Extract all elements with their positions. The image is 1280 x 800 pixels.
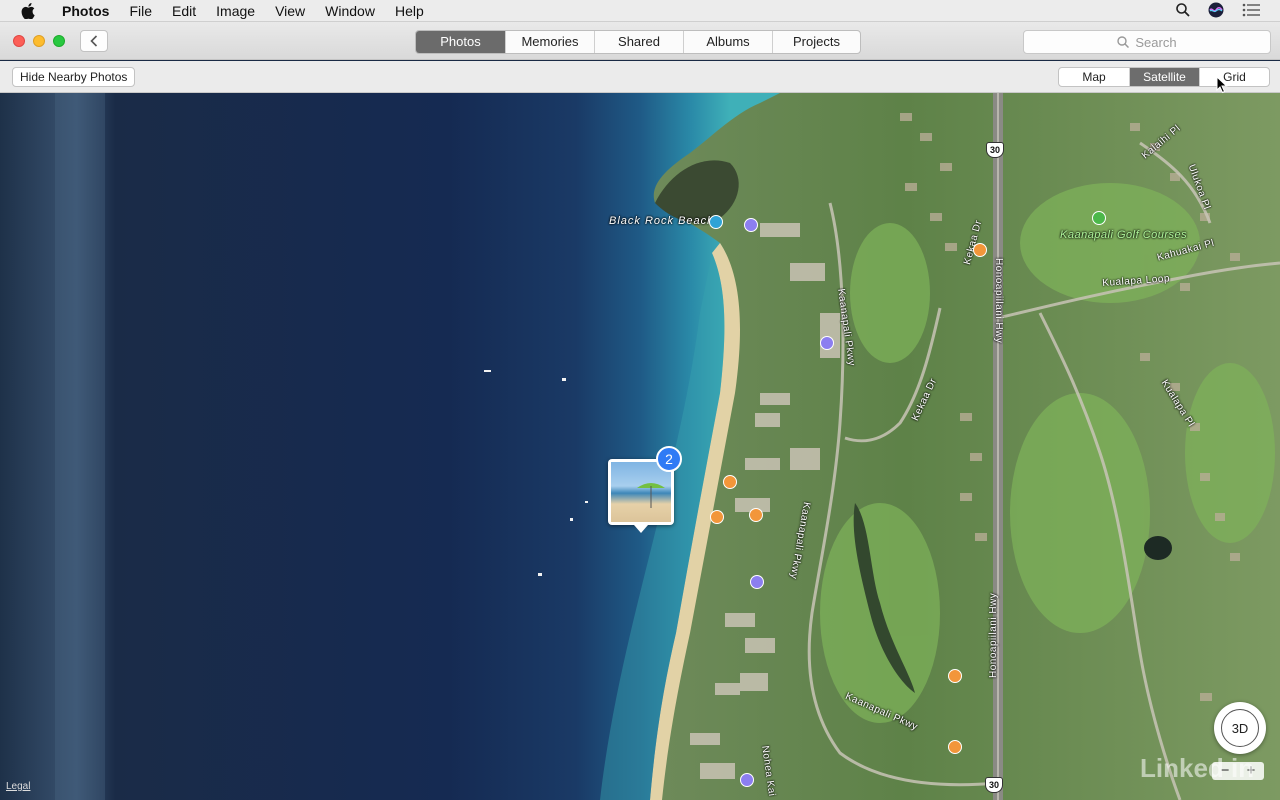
hide-nearby-photos-button[interactable]: Hide Nearby Photos — [12, 67, 136, 87]
hotel-poi-icon[interactable] — [820, 336, 834, 350]
map-label-honoapiilani-hwy-south: Honoapiilani Hwy — [988, 592, 999, 678]
minimize-window-button[interactable] — [33, 35, 45, 47]
compass-3d-label: 3D — [1221, 709, 1259, 747]
mouse-cursor-icon — [1216, 75, 1228, 99]
menu-window[interactable]: Window — [315, 0, 385, 22]
beach-umbrella-icon — [637, 483, 665, 508]
map-type-grid[interactable]: Grid — [1199, 68, 1269, 86]
map-type-map[interactable]: Map — [1059, 68, 1129, 86]
restaurant-poi-icon[interactable] — [710, 510, 724, 524]
photo-thumbnail — [611, 462, 671, 522]
hotel-poi-icon[interactable] — [750, 575, 764, 589]
map-label-kaanapali-golf: Kaanapali Golf Courses — [1060, 229, 1188, 241]
map-label-honoapiilani-hwy-north: Honoapiilani Hwy — [993, 258, 1004, 344]
view-tabs: Photos Memories Shared Albums Projects — [415, 30, 861, 54]
search-field[interactable]: Search — [1023, 30, 1271, 54]
search-placeholder: Search — [1135, 34, 1177, 50]
siri-icon[interactable] — [1208, 2, 1224, 21]
satellite-imagery — [0, 93, 1280, 800]
apple-icon[interactable] — [20, 2, 36, 20]
tab-projects[interactable]: Projects — [772, 31, 860, 53]
notification-center-icon[interactable] — [1242, 3, 1260, 20]
satellite-map[interactable]: Black Rock Beach Kaanapali Golf Courses … — [0, 93, 1280, 800]
menu-app-photos[interactable]: Photos — [52, 0, 119, 22]
hotel-poi-icon[interactable] — [744, 218, 758, 232]
fullscreen-window-button[interactable] — [53, 35, 65, 47]
restaurant-poi-icon[interactable] — [948, 740, 962, 754]
restaurant-poi-icon[interactable] — [948, 669, 962, 683]
search-icon — [1117, 36, 1130, 48]
map-type-satellite[interactable]: Satellite — [1129, 68, 1199, 86]
menu-file[interactable]: File — [119, 0, 162, 22]
menu-help[interactable]: Help — [385, 0, 434, 22]
tab-shared[interactable]: Shared — [594, 31, 683, 53]
legal-link[interactable]: Legal — [6, 781, 30, 792]
photo-count-badge: 2 — [656, 446, 682, 472]
compass-3d-button[interactable]: 3D — [1214, 702, 1266, 754]
map-type-selector: Map Satellite Grid — [1058, 67, 1270, 87]
back-button[interactable] — [80, 30, 108, 52]
route-30-shield-north: 30 — [986, 142, 1004, 158]
route-30-shield-south: 30 — [985, 777, 1003, 793]
map-options-bar: Hide Nearby Photos Map Satellite Grid — [0, 61, 1280, 93]
beach-poi-icon[interactable] — [709, 215, 723, 229]
menu-image[interactable]: Image — [206, 0, 265, 22]
golf-poi-icon[interactable] — [1092, 211, 1106, 225]
menu-bar: Photos File Edit Image View Window Help — [0, 0, 1280, 22]
linkedin-watermark: Linked in — [1140, 753, 1255, 783]
tab-albums[interactable]: Albums — [683, 31, 772, 53]
close-window-button[interactable] — [13, 35, 25, 47]
tab-photos[interactable]: Photos — [416, 31, 505, 53]
restaurant-poi-icon[interactable] — [973, 243, 987, 257]
menu-edit[interactable]: Edit — [162, 0, 206, 22]
hotel-poi-icon[interactable] — [740, 773, 754, 787]
chevron-left-icon — [90, 35, 98, 47]
map-label-black-rock-beach: Black Rock Beach — [609, 215, 715, 227]
tab-memories[interactable]: Memories — [505, 31, 594, 53]
restaurant-poi-icon[interactable] — [723, 475, 737, 489]
menu-view[interactable]: View — [265, 0, 315, 22]
beach-club-poi-icon[interactable] — [749, 508, 763, 522]
spotlight-search-icon[interactable] — [1176, 2, 1190, 20]
window-toolbar: Photos Memories Shared Albums Projects S… — [0, 22, 1280, 60]
